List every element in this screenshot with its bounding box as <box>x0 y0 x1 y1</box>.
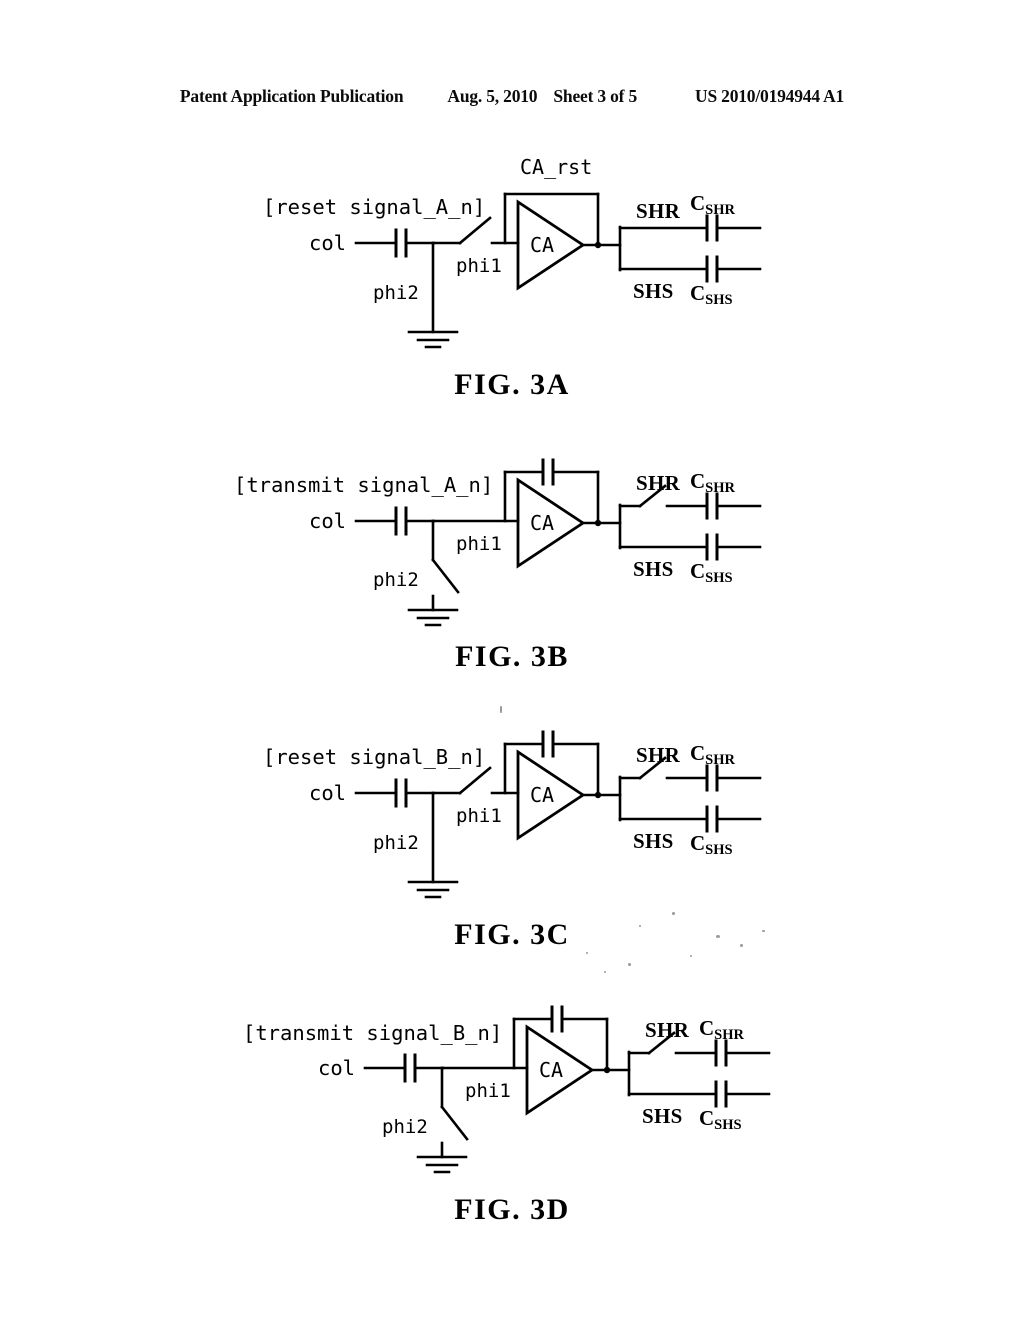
scan-speckle <box>672 912 675 915</box>
ca-rst-label-3a: CA_rst <box>520 155 592 179</box>
header-publication: Patent Application Publication <box>179 86 404 106</box>
signal-label-3b: [transmit signal_A_n] <box>234 473 493 497</box>
phi1-label-3a: phi1 <box>456 255 502 277</box>
scan-speckle <box>740 944 743 947</box>
header-sheet: Sheet 3 of 5 <box>553 86 638 106</box>
figure-caption-3d: FIG. 3D <box>454 1193 570 1226</box>
phi2-label-3b: phi2 <box>373 569 419 591</box>
circuit-diagram-3b: [transmit signal_A_n] col phi2 phi1 CA S… <box>234 458 762 627</box>
phi1-label-3c: phi1 <box>456 805 502 827</box>
shs-label-3d: SHS <box>642 1104 683 1128</box>
circuit-diagram-3a: [reset signal_A_n] col phi2 phi1 CA CA_r… <box>263 155 762 349</box>
signal-label-3c: [reset signal_B_n] <box>263 745 485 769</box>
col-label-3c: col <box>309 781 346 805</box>
scan-speckle <box>716 935 720 938</box>
phi2-label-3c: phi2 <box>373 832 419 854</box>
scan-speckle <box>628 963 631 966</box>
col-label-3b: col <box>309 509 346 533</box>
ca-label-3d: CA <box>539 1058 563 1082</box>
phi1-switch-blade-3a[interactable] <box>458 216 492 245</box>
page-header: Patent Application Publication Aug. 5, 2… <box>0 86 1024 112</box>
circuit-diagram-3c: [reset signal_B_n] col phi2 phi1 CA SHR <box>263 730 762 899</box>
signal-label-3a: [reset signal_A_n] <box>263 195 485 219</box>
shs-label-3a: SHS <box>633 279 674 303</box>
scan-speckle <box>639 925 641 927</box>
phi2-label-3a: phi2 <box>373 282 419 304</box>
phi2-switch-blade-3b[interactable] <box>431 558 460 594</box>
cshs-label-3c: CSHS <box>690 831 733 858</box>
shs-label-3c: SHS <box>633 829 674 853</box>
cshs-label-3d: CSHS <box>699 1106 742 1133</box>
figure-caption-3a: FIG. 3A <box>454 368 570 401</box>
output-node-dot-3a <box>594 241 602 249</box>
phi1-label-3b: phi1 <box>456 533 502 555</box>
cshr-label-3a: CSHR <box>690 191 736 218</box>
scan-speckle <box>604 971 606 973</box>
cshr-label-3b: CSHR <box>690 469 736 496</box>
col-label-3a: col <box>309 231 346 255</box>
ca-label-3a: CA <box>530 233 554 257</box>
phi2-switch-blade-3d[interactable] <box>440 1105 469 1141</box>
header-date: Aug. 5, 2010 <box>447 86 538 106</box>
shr-label-3a: SHR <box>636 199 681 223</box>
cshs-label-3b: CSHS <box>690 559 733 586</box>
ca-label-3b: CA <box>530 511 554 535</box>
output-node-dot-3d <box>603 1066 611 1074</box>
scan-speckle <box>586 952 588 954</box>
output-node-dot-3b <box>594 519 602 527</box>
phi2-label-3d: phi2 <box>382 1116 428 1138</box>
scan-speckle <box>500 706 502 713</box>
circuit-diagram-3d: [transmit signal_B_n] col phi2 phi1 CA S… <box>243 1005 771 1174</box>
cshr-label-3c: CSHR <box>690 741 736 768</box>
header-patent-number: US 2010/0194944 A1 <box>695 86 845 106</box>
phi1-label-3d: phi1 <box>465 1080 511 1102</box>
cshr-label-3d: CSHR <box>699 1016 745 1043</box>
ca-label-3c: CA <box>530 783 554 807</box>
scan-speckle <box>762 930 765 932</box>
scan-speckle <box>690 955 692 957</box>
col-label-3d: col <box>318 1056 355 1080</box>
output-node-dot-3c <box>594 791 602 799</box>
shs-label-3b: SHS <box>633 557 674 581</box>
phi1-switch-blade-3c[interactable] <box>458 766 492 795</box>
figure-caption-3b: FIG. 3B <box>455 640 569 673</box>
figure-caption-3c: FIG. 3C <box>454 918 570 951</box>
cshs-label-3a: CSHS <box>690 281 733 308</box>
signal-label-3d: [transmit signal_B_n] <box>243 1021 502 1045</box>
